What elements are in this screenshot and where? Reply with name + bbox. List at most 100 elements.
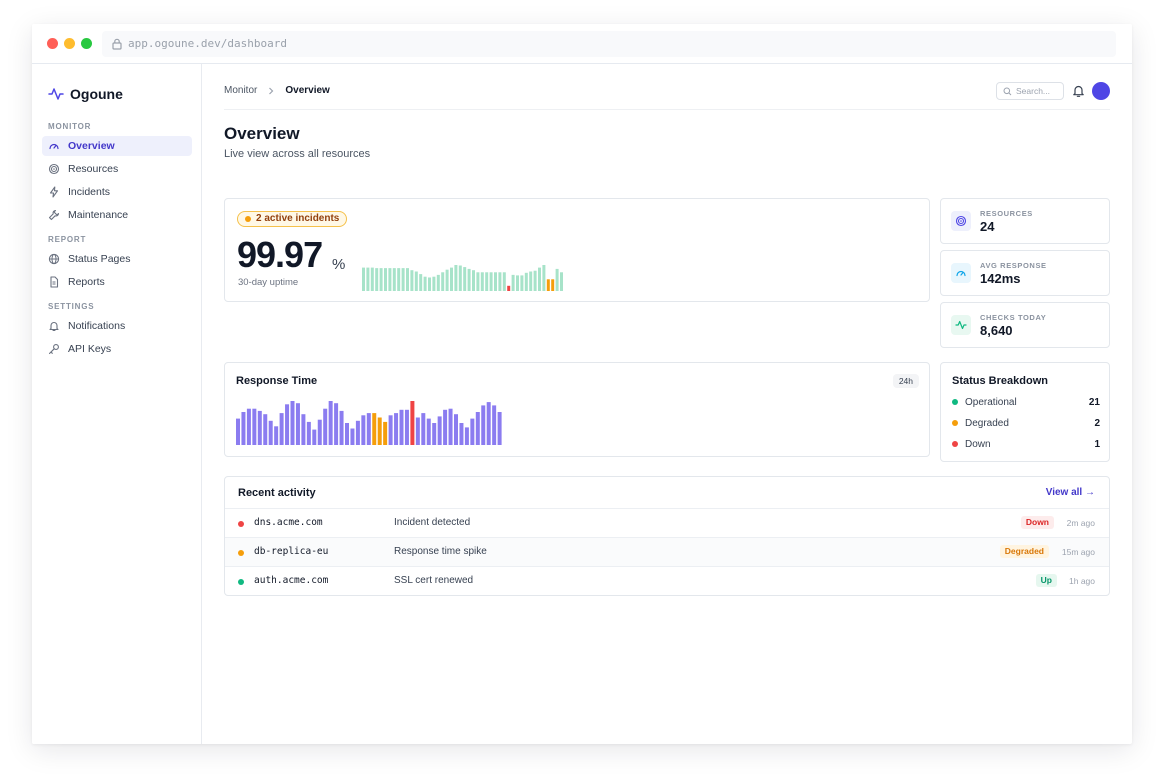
status-badge: Down: [1020, 516, 1054, 529]
uptime-bar: [507, 285, 511, 291]
address-bar[interactable]: app.ogoune.dev/dashboard: [102, 31, 1116, 57]
active-incidents-badge[interactable]: 2 active incidents: [237, 211, 348, 227]
uptime-bar: [450, 267, 453, 291]
activity-row[interactable]: db-replica-eu Response time spike Degrad…: [225, 538, 1109, 567]
response-time-bar: [257, 410, 262, 445]
uptime-bar: [516, 275, 519, 291]
brand-name: Ogoune: [70, 86, 123, 102]
stat-label: AVG RESPONSE: [980, 261, 1047, 270]
uptime-bar: [538, 267, 541, 291]
sidebar-item-notifications[interactable]: Notifications: [42, 316, 192, 336]
response-time-bar: [492, 405, 497, 445]
sidebar-item-label: Reports: [68, 276, 105, 288]
status-label: Degraded: [965, 417, 1009, 429]
range-selector[interactable]: 24h: [892, 374, 919, 388]
sidebar-item-label: Notifications: [68, 320, 126, 332]
activity-time: 15m ago: [1061, 547, 1095, 557]
bolt-icon: [49, 186, 59, 198]
brand[interactable]: Ogoune: [48, 84, 123, 104]
stat-card-avg-response[interactable]: AVG RESPONSE 142ms: [940, 250, 1110, 296]
response-time-bar: [432, 423, 437, 445]
page-subtitle: Live view across all resources: [224, 148, 371, 160]
response-time-bar: [486, 402, 491, 445]
status-label: Operational: [965, 396, 1017, 408]
sidebar-item-overview[interactable]: Overview: [42, 136, 192, 156]
stat-card-resources[interactable]: RESOURCES 24: [940, 198, 1110, 244]
sidebar-item-label: Incidents: [68, 186, 111, 198]
gauge-icon: [951, 263, 971, 283]
status-count: 1: [1094, 438, 1100, 450]
close-window-dot[interactable]: [47, 38, 58, 49]
uptime-bar: [560, 272, 563, 291]
minimize-window-dot[interactable]: [64, 38, 75, 49]
document-icon: [50, 276, 59, 288]
uptime-bar: [401, 268, 405, 291]
status-row-degraded: Degraded 2: [952, 416, 1100, 430]
uptime-bar: [555, 268, 559, 291]
uptime-bar: [362, 267, 365, 291]
sidebar-item-api-keys[interactable]: API Keys: [42, 339, 192, 359]
activity-icon: [48, 88, 64, 100]
response-time-bar: [459, 423, 464, 445]
stat-value: 24: [980, 219, 995, 234]
response-time-bar: [285, 404, 290, 445]
uptime-bar: [546, 279, 550, 291]
response-time-bar: [394, 413, 399, 445]
search-input[interactable]: Search...: [996, 82, 1064, 100]
sidebar-item-maintenance[interactable]: Maintenance: [42, 205, 192, 225]
status-dot: [238, 550, 244, 556]
status-breakdown-title: Status Breakdown: [952, 375, 1048, 387]
response-time-bar: [301, 414, 306, 445]
chevron-right-icon: [269, 87, 274, 94]
sidebar-item-reports[interactable]: Reports: [42, 272, 192, 292]
breadcrumb-monitor[interactable]: Monitor: [224, 85, 257, 96]
stat-card-checks-today[interactable]: CHECKS TODAY 8,640: [940, 302, 1110, 348]
uptime-bar: [436, 274, 440, 291]
response-time-bar: [350, 428, 355, 445]
response-time-bar: [317, 419, 322, 445]
key-icon: [48, 344, 59, 355]
uptime-bar: [428, 277, 431, 291]
sidebar-item-label: Overview: [68, 140, 115, 152]
response-time-bar: [246, 408, 251, 445]
response-time-bar: [415, 417, 420, 445]
response-time-bar: [345, 423, 349, 445]
target-icon: [48, 163, 60, 175]
maximize-window-dot[interactable]: [81, 38, 92, 49]
status-dot: [238, 521, 244, 527]
view-all-link[interactable]: View all →: [1046, 487, 1095, 498]
breadcrumb-overview: Overview: [285, 85, 330, 96]
response-time-bar: [475, 412, 480, 445]
response-time-bar: [295, 403, 300, 445]
uptime-bar: [410, 270, 414, 291]
response-time-bar: [421, 413, 426, 445]
uptime-bar: [529, 271, 533, 291]
activity-row[interactable]: dns.acme.com Incident detected Down 2m a…: [225, 509, 1109, 538]
uptime-history-bars: [362, 265, 563, 291]
response-time-bar: [323, 408, 328, 445]
activity-row[interactable]: auth.acme.com SSL cert renewed Up 1h ago: [225, 567, 1109, 596]
activity-event: Incident detected: [394, 517, 471, 528]
bell-icon[interactable]: [1072, 84, 1085, 98]
status-badge: Up: [1035, 574, 1057, 587]
activity-host: auth.acme.com: [254, 575, 329, 586]
status-dot: [952, 441, 958, 447]
browser-titlebar: app.ogoune.dev/dashboard: [32, 24, 1132, 64]
lock-icon: [112, 38, 122, 50]
uptime-bar: [463, 267, 467, 291]
response-time-bar: [377, 417, 382, 445]
browser-window: app.ogoune.dev/dashboard Ogoune MONITOR …: [32, 24, 1132, 744]
response-time-bar: [410, 401, 415, 445]
uptime-bar: [511, 274, 515, 291]
sidebar-item-label: API Keys: [68, 343, 112, 355]
uptime-label: 30-day uptime: [238, 277, 299, 288]
uptime-card: 2 active incidents 99.97 % 30-day uptime: [224, 198, 930, 302]
status-row-operational: Operational 21: [952, 395, 1100, 409]
uptime-bar: [458, 265, 462, 291]
activity-host: db-replica-eu: [254, 546, 329, 557]
avatar[interactable]: [1092, 82, 1110, 100]
sidebar-item-resources[interactable]: Resources: [42, 159, 192, 179]
target-icon: [951, 211, 971, 231]
sidebar-item-status-pages[interactable]: Status Pages: [42, 249, 192, 269]
sidebar-item-incidents[interactable]: Incidents: [42, 182, 192, 202]
